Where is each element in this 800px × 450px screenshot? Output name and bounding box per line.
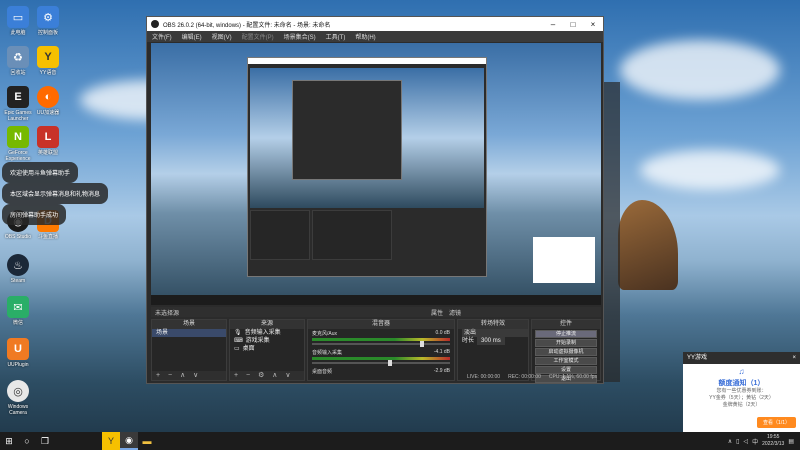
recycle-bin-icon: ♻ (7, 46, 29, 68)
desktop-icon-uu-accelerator[interactable]: ◐ UU加速器 (30, 86, 66, 116)
close-icon[interactable]: × (583, 20, 603, 29)
maximize-icon[interactable]: □ (563, 20, 583, 29)
desktop-icon-wechat[interactable]: ✉ 微信 (0, 296, 36, 326)
scene-item[interactable]: 场景 (152, 329, 226, 337)
danmaku-toast: 本区域会显示弹幕消息和礼物消息 (2, 183, 109, 204)
volume-meter (312, 357, 450, 360)
obs-titlebar[interactable]: OBS 26.0.2 (64-bit, windows) - 配置文件: 未命名… (147, 17, 603, 31)
sky-cloud (620, 40, 780, 100)
live-timer: LIVE: 00:00:00 (467, 374, 501, 380)
volume-slider[interactable] (312, 341, 450, 347)
window-title: OBS 26.0.2 (64-bit, windows) - 配置文件: 未命名… (163, 22, 331, 29)
desktop-icon-lol[interactable]: L 英雄联盟 (30, 126, 66, 156)
yy-notification[interactable]: YY游戏 × ♫ 额度通知（1） 您有一些优惠券到账： YY金券（5天）；黄钻（2… (683, 352, 800, 432)
audio-mixer-dock: 混音器 麦克风/Aux 0.0 dB 音频输入采集 -4.1 dB 桌面音频 -2.9… (307, 319, 455, 381)
input-language[interactable]: 中 (752, 437, 758, 446)
mixer-channel: 麦克风/Aux 0.0 dB (308, 329, 454, 348)
network-icon[interactable]: ▯ (736, 438, 739, 445)
system-tray: ∧ ▯ ◁ 中 19:55 2022/3/13 ▤ (728, 434, 800, 448)
obs-status-bar: LIVE: 00:00:00 REC: 00:00:00 CPU: 1.1%, … (151, 373, 601, 381)
uu-icon: U (7, 338, 29, 360)
volume-icon[interactable]: ◁ (743, 438, 748, 445)
minimize-icon[interactable]: – (543, 20, 563, 29)
desktop-icon-yy[interactable]: Y YY语音 (30, 46, 66, 76)
wechat-icon: ✉ (7, 296, 29, 318)
microphone-icon: 🎙 (234, 330, 242, 336)
source-item[interactable]: ▭ 桌面 (230, 345, 304, 353)
studio-mode-button[interactable]: 工作室模式 (535, 357, 597, 365)
transitions-dock: 转场特效 淡出 时长 300 ms (457, 319, 529, 381)
source-properties-bar: 未选择源 属性 滤镜 (151, 307, 601, 317)
source-item[interactable]: ⌨ 游戏采集 (230, 337, 304, 345)
computer-icon: ▭ (7, 6, 29, 28)
obs-window[interactable]: OBS 26.0.2 (64-bit, windows) - 配置文件: 未命名… (146, 16, 604, 384)
view-notification-button[interactable]: 查看（1/1） (757, 417, 796, 428)
virtual-camera-button[interactable]: 启动虚拟摄像机 (535, 348, 597, 356)
chevron-up-icon[interactable]: ∧ (728, 438, 732, 445)
transition-select[interactable]: 淡出 (458, 329, 528, 337)
desktop-icon-steam[interactable]: ♨ Steam (0, 254, 36, 284)
desktop-icon-control-panel[interactable]: ⚙ 控制面板 (30, 6, 66, 36)
menu-tools[interactable]: 工具(T) (321, 32, 351, 41)
monitor-icon: ▭ (234, 346, 240, 352)
clock[interactable]: 19:55 2022/3/13 (762, 434, 784, 448)
obs-app-icon (151, 20, 159, 28)
controls-dock: 控件 停止推流 开始录制 启动虚拟摄像机 工作室模式 设置 退出 (531, 319, 601, 383)
menu-edit[interactable]: 编辑(E) (177, 32, 207, 41)
notification-center-icon[interactable]: ▤ (788, 438, 794, 445)
windows-start-icon[interactable]: ⊞ (0, 432, 18, 450)
yy-icon: Y (37, 46, 59, 68)
sources-dock: 来源 🎙 音频输入采集 ⌨ 游戏采集 ▭ 桌面 + − ⚙ ∧ ∨ (229, 319, 305, 381)
search-icon[interactable]: ○ (18, 432, 36, 450)
taskbar: ⊞ ○ ❐ Y ◉ ▬ ∧ ▯ ◁ 中 19:55 2022/3/13 ▤ (0, 432, 800, 450)
nvidia-icon: N (7, 126, 29, 148)
yy-icon[interactable]: Y (102, 432, 120, 450)
properties-tab[interactable]: 属性 (431, 308, 443, 317)
uu-accelerator-icon: ◐ (37, 86, 59, 108)
file-explorer-icon[interactable]: ▬ (138, 432, 156, 450)
volume-meter (312, 338, 450, 341)
steam-icon: ♨ (7, 254, 29, 276)
filters-tab[interactable]: 滤镜 (449, 308, 461, 317)
stop-streaming-button[interactable]: 停止推流 (535, 330, 597, 338)
no-source-label: 未选择源 (155, 310, 180, 317)
cpu-fps: CPU: 1.1%, 60.00 fps (548, 374, 597, 380)
start-recording-button[interactable]: 开始录制 (535, 339, 597, 347)
epic-games-icon: E (7, 86, 29, 108)
volume-slider[interactable] (312, 360, 450, 366)
menu-view[interactable]: 视图(V) (207, 32, 237, 41)
transition-duration[interactable]: 时长 300 ms (458, 337, 528, 345)
menu-bar: 文件(F) 编辑(E) 视图(V) 配置文件(P) 场景集合(S) 工具(T) … (147, 31, 603, 42)
nested-obs-preview (247, 57, 487, 277)
desktop-icon-camera[interactable]: ◎ Windows Camera (0, 380, 36, 416)
camera-icon: ◎ (7, 380, 29, 402)
sea-rock (618, 200, 678, 290)
source-item[interactable]: 🎙 音频输入采集 (230, 329, 304, 337)
nested-notification (533, 237, 595, 283)
rec-timer: REC: 00:00:00 (508, 374, 541, 380)
close-icon[interactable]: × (792, 352, 800, 364)
notification-title: 额度通知（1） (718, 380, 765, 387)
notification-bell-icon: ♫ (738, 367, 745, 376)
task-view-icon[interactable]: ❐ (36, 432, 54, 450)
menu-profile[interactable]: 配置文件(P) (237, 32, 279, 41)
gamepad-icon: ⌨ (234, 338, 243, 344)
menu-file[interactable]: 文件(F) (147, 32, 177, 41)
mixer-channel: 音频输入采集 -4.1 dB (308, 348, 454, 367)
lol-icon: L (37, 126, 59, 148)
desktop-icon-uu[interactable]: U UUPlugin (0, 338, 36, 368)
nested-taskbar (151, 295, 601, 305)
obs-icon[interactable]: ◉ (120, 432, 138, 450)
notification-app-name: YY游戏 (687, 355, 708, 361)
menu-scene-collection[interactable]: 场景集合(S) (279, 32, 321, 41)
menu-help[interactable]: 帮助(H) (350, 32, 380, 41)
danmaku-toast: 房间弹幕助手成功 (2, 204, 67, 225)
danmaku-toast: 欢迎使用斗鱼弹幕助手 (2, 162, 79, 183)
obs-preview[interactable] (151, 43, 601, 305)
scenes-dock: 场景 场景 + − ∧ ∨ (151, 319, 227, 381)
control-panel-icon: ⚙ (37, 6, 59, 28)
sky-cloud (640, 150, 780, 190)
